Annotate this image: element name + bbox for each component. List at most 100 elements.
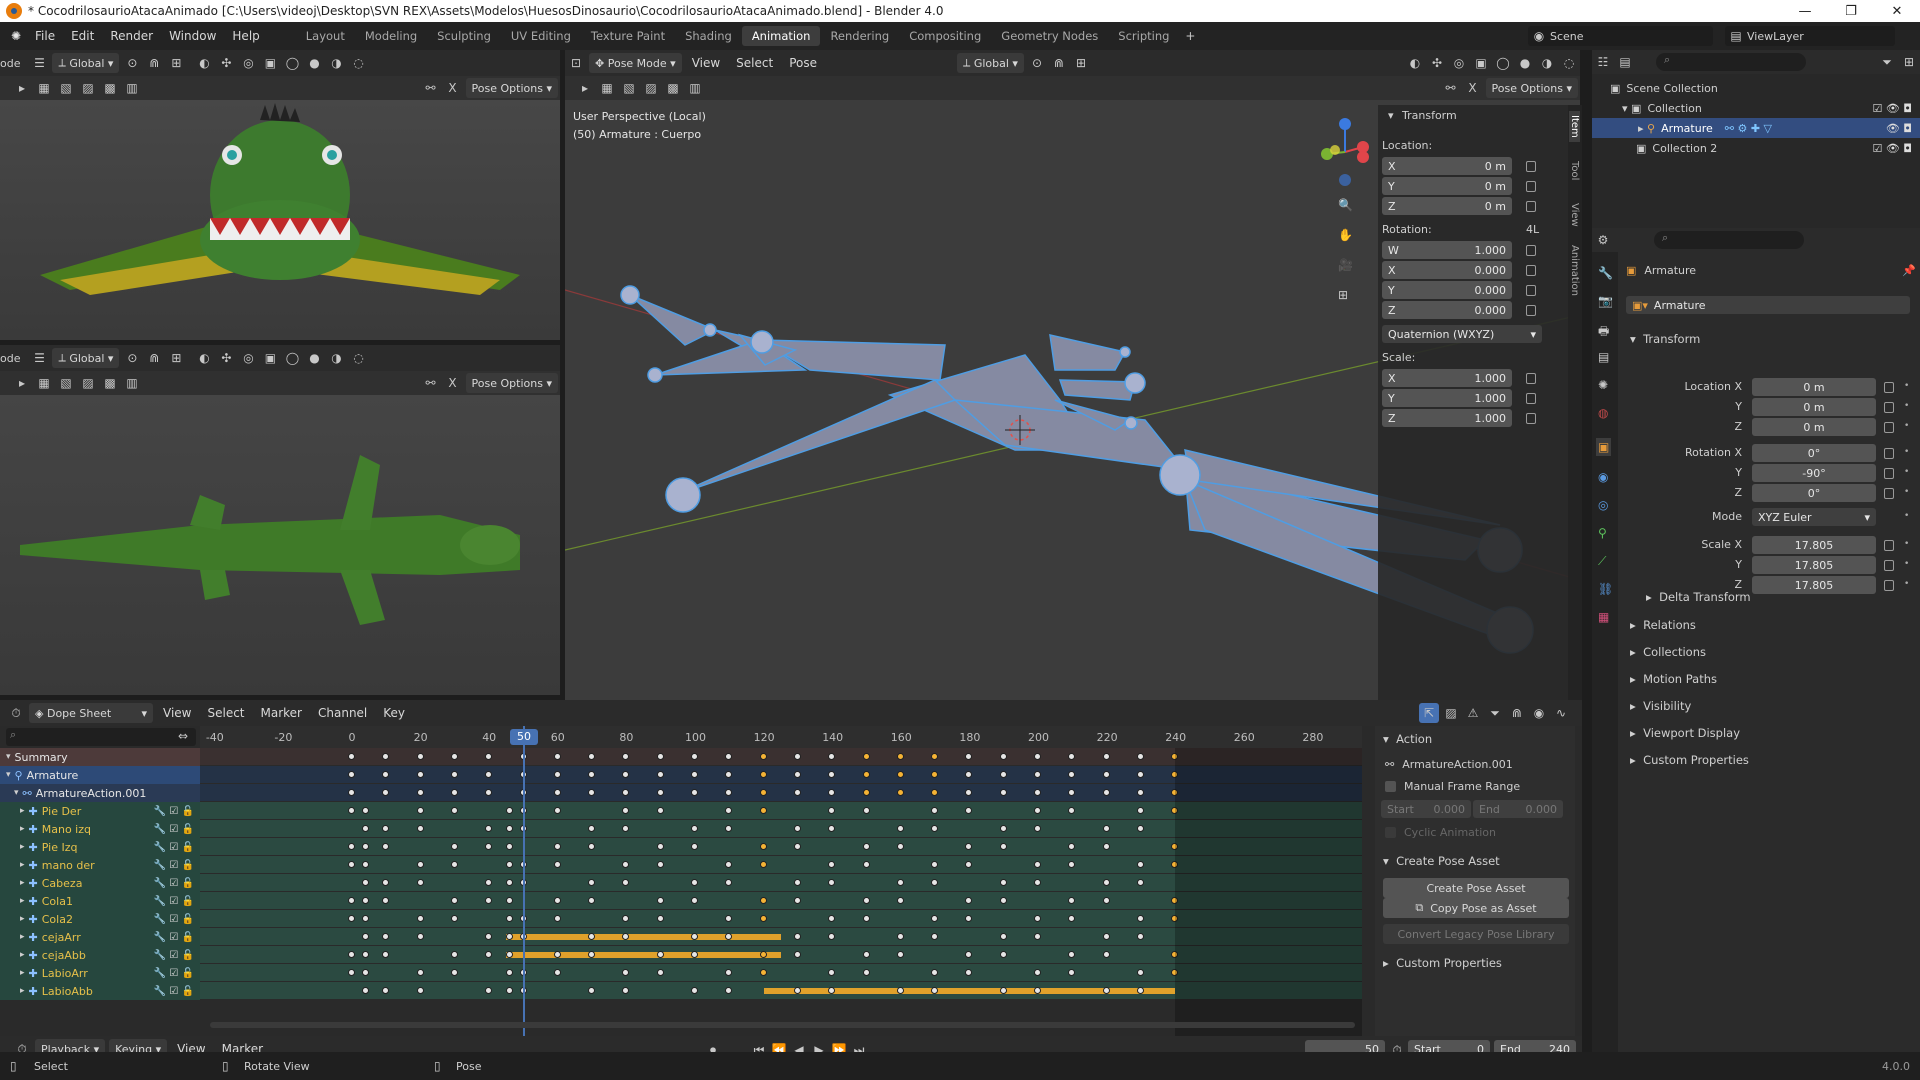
expand-icon[interactable]: ▸ xyxy=(20,860,25,870)
keyframe[interactable] xyxy=(553,915,561,922)
animate-property-icon[interactable]: • xyxy=(1904,511,1909,521)
channel-row[interactable]: ▾ ⚲ Armature xyxy=(0,766,200,784)
channel-controls-icons[interactable]: 🔧 ☑ 🔓 xyxy=(154,986,194,997)
menu-pose[interactable]: Pose xyxy=(781,56,825,70)
keyframe[interactable] xyxy=(999,753,1007,760)
keyframe[interactable] xyxy=(348,807,355,814)
keyframe[interactable] xyxy=(1034,861,1041,868)
menu-file[interactable]: File xyxy=(27,29,63,43)
keyframe[interactable] xyxy=(553,951,561,958)
keyframe[interactable] xyxy=(862,789,870,796)
keyframe[interactable] xyxy=(896,879,904,886)
select-box-icon[interactable]: ▦ xyxy=(34,373,54,393)
visibility-section[interactable]: ▸ Visibility xyxy=(1630,695,1691,717)
channel-controls-icons[interactable]: 🔧 ☑ 🔓 xyxy=(154,968,194,979)
keyframe[interactable] xyxy=(759,915,767,922)
expand-icon[interactable]: ▸ xyxy=(20,878,25,888)
expand-icon[interactable]: ▸ xyxy=(20,914,25,924)
keyframe[interactable] xyxy=(793,825,801,832)
keyframe[interactable] xyxy=(450,897,458,904)
xray-icon[interactable]: ▣ xyxy=(1471,53,1491,73)
keyframe[interactable] xyxy=(505,861,513,868)
physics-tab-icon[interactable]: ◎ xyxy=(1598,498,1608,512)
channel-row[interactable]: ▸ ✚ Pie Izq 🔧 ☑ 🔓 xyxy=(0,838,200,856)
keyframe[interactable] xyxy=(1136,753,1144,760)
horizontal-scrollbar[interactable] xyxy=(210,1022,1355,1028)
keyframe[interactable] xyxy=(656,807,664,814)
tab-layout[interactable]: Layout xyxy=(296,26,355,46)
visibility-icon[interactable]: ◐ xyxy=(194,348,214,368)
pose-symmetry-icon[interactable]: ⚯ xyxy=(421,78,441,98)
shading-solid-icon[interactable]: ● xyxy=(304,53,324,73)
keyframe[interactable] xyxy=(896,753,904,760)
npanel-tab-view[interactable]: View xyxy=(1569,203,1580,227)
blender-menu-icon[interactable]: ✺ xyxy=(6,26,26,46)
channel-row[interactable]: ▾ ⚯ ArmatureAction.001 xyxy=(0,784,200,802)
keyframe[interactable] xyxy=(656,861,664,868)
keyframe[interactable] xyxy=(759,843,767,850)
select-tool-icon[interactable]: ▸ xyxy=(12,78,32,98)
prop-row-field[interactable]: 0° xyxy=(1752,484,1876,502)
keyframe[interactable] xyxy=(862,897,870,904)
show-hidden-icon[interactable]: ▨ xyxy=(1441,703,1461,723)
view-layer-selector[interactable]: ▤ ViewLayer xyxy=(1725,26,1895,46)
prop-row-field[interactable]: XYZ Euler ▾ xyxy=(1752,508,1876,526)
object-tab-icon[interactable]: ▣ xyxy=(1596,438,1612,456)
display-mode-icon[interactable]: ▤ xyxy=(1615,52,1635,72)
keyframe[interactable] xyxy=(416,753,424,760)
keyframe[interactable] xyxy=(1102,879,1110,886)
pose-options-dropdown[interactable]: Pose Options ▾ xyxy=(465,78,558,98)
menu-edit[interactable]: Edit xyxy=(63,29,102,43)
lock-icon[interactable] xyxy=(1526,305,1536,316)
dope-sheet-mode-dropdown[interactable]: ◈ Dope Sheet ▾ xyxy=(29,703,153,723)
eye-camera-icons[interactable]: 👁 ◘ xyxy=(1886,122,1912,135)
prop-row-field[interactable]: 0° xyxy=(1752,444,1876,462)
shading-material-icon[interactable]: ◑ xyxy=(326,53,346,73)
keyframe[interactable] xyxy=(896,951,904,958)
lock-icon[interactable] xyxy=(1526,201,1536,212)
snap-icon[interactable]: ⋒ xyxy=(144,348,164,368)
rotation-z-field[interactable]: Z 0.000 xyxy=(1382,301,1512,319)
animate-property-icon[interactable]: • xyxy=(1904,559,1909,569)
create-pose-asset-header[interactable]: ▾ Create Pose Asset xyxy=(1383,850,1500,872)
keyframe[interactable] xyxy=(1102,825,1110,832)
select-subtract-icon[interactable]: ▨ xyxy=(78,373,98,393)
select-subtract-icon[interactable]: ▨ xyxy=(641,78,661,98)
channel-row[interactable]: ▸ ✚ Pie Der 🔧 ☑ 🔓 xyxy=(0,802,200,820)
scale-z-field[interactable]: Z 1.000 xyxy=(1382,409,1512,427)
prop-row-field[interactable]: -90° xyxy=(1752,464,1876,482)
relations-section[interactable]: ▸ Relations xyxy=(1630,614,1696,636)
pose-options-dropdown[interactable]: Pose Options ▾ xyxy=(465,373,558,393)
channel-controls-icons[interactable]: 🔧 ☑ 🔓 xyxy=(154,806,194,817)
keyframe[interactable] xyxy=(553,771,561,778)
pose-symmetry-icon[interactable]: ⚯ xyxy=(1441,78,1461,98)
animate-property-icon[interactable]: • xyxy=(1904,539,1909,549)
keyframe[interactable] xyxy=(361,951,369,958)
keyframe[interactable] xyxy=(505,843,513,850)
shading-render-icon[interactable]: ◌ xyxy=(1559,53,1579,73)
keyframe[interactable] xyxy=(416,915,424,922)
proportional-icon[interactable]: ◉ xyxy=(1529,703,1549,723)
expand-icon[interactable]: ▸ xyxy=(20,806,25,816)
keyframe[interactable] xyxy=(793,789,801,796)
channel-controls-icons[interactable]: 🔧 ☑ 🔓 xyxy=(154,950,194,961)
outliner-scene-collection[interactable]: ▣ Scene Collection xyxy=(1610,78,1718,98)
keyframe[interactable] xyxy=(691,825,698,832)
keyframe[interactable] xyxy=(1136,915,1144,922)
gizmo-icon[interactable]: ✣ xyxy=(216,348,236,368)
keyframe[interactable] xyxy=(656,771,664,778)
select-intersect-icon[interactable]: ▥ xyxy=(122,373,142,393)
channel-row[interactable]: ▸ ✚ cejaArr 🔧 ☑ 🔓 xyxy=(0,928,200,946)
animate-property-icon[interactable]: • xyxy=(1904,579,1909,589)
keyframe[interactable] xyxy=(759,789,767,796)
channel-row[interactable]: ▸ ✚ Cabeza 🔧 ☑ 🔓 xyxy=(0,874,200,892)
collections-section[interactable]: ▸ Collections xyxy=(1630,641,1706,663)
pose-mode-dropdown[interactable]: ✥ Pose Mode ▾ xyxy=(589,53,682,73)
keyframe[interactable] xyxy=(450,753,458,760)
keyframe[interactable] xyxy=(450,915,458,922)
keyframe[interactable] xyxy=(691,843,698,850)
keyframe[interactable] xyxy=(793,897,801,904)
select-tool-icon[interactable]: ▸ xyxy=(12,373,32,393)
keyframe[interactable] xyxy=(1102,987,1110,994)
prop-row-field[interactable]: 0 m xyxy=(1752,398,1876,416)
